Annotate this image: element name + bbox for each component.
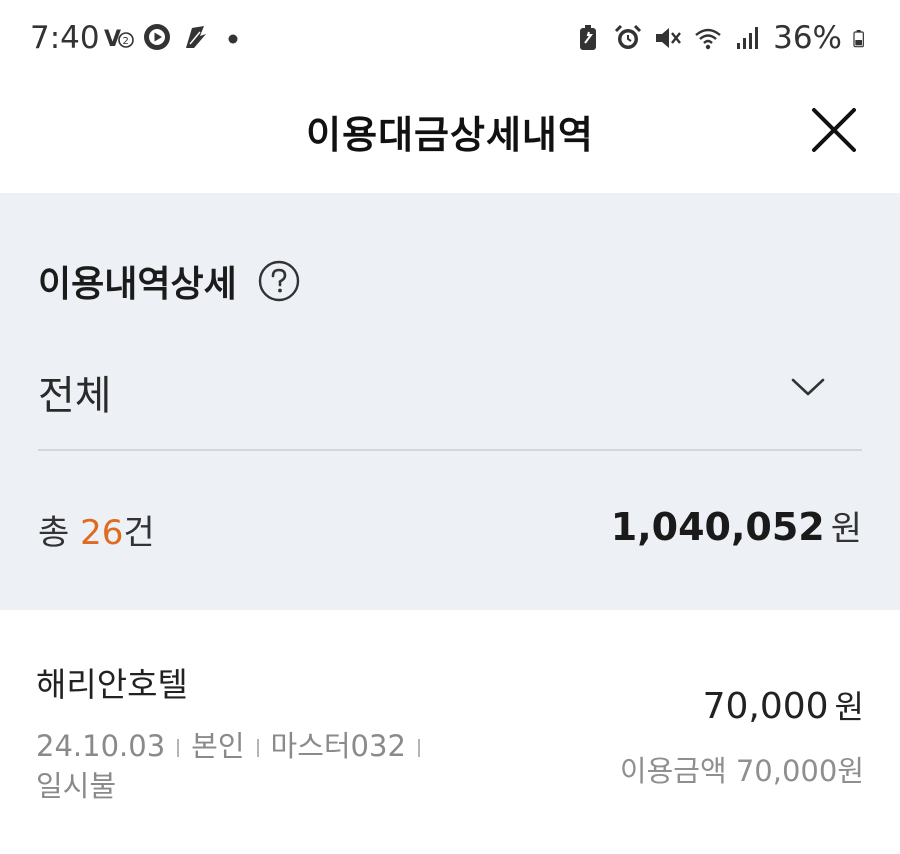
page-title: 이용대금상세내역 <box>306 113 594 157</box>
mute-icon <box>656 28 682 48</box>
separator <box>417 739 420 757</box>
separator <box>256 739 259 757</box>
app-icon <box>186 26 206 48</box>
usage-amount: 이용금액 70,000원 <box>619 754 864 788</box>
section-title: 이용내역상세 <box>38 255 301 307</box>
transaction-list: 해리안호텔 24.10.03 본인 마스터032 일시불 70,000 원 이용금액 7… <box>0 610 900 854</box>
play-circle-icon <box>144 24 170 50</box>
status-time: 7:40 <box>30 20 100 56</box>
svg-text:2: 2 <box>123 36 129 47</box>
transaction-amount-value: 70,000 <box>702 686 829 727</box>
total-row: 총 26건 1,040,052 원 <box>38 501 862 554</box>
transaction-amount: 70,000 원 <box>703 682 864 728</box>
total-count-unit: 건 <box>123 513 155 553</box>
battery-icon <box>853 30 864 48</box>
wifi-icon <box>695 28 721 50</box>
battery-percent: 36% <box>773 20 842 56</box>
section-title-label: 이용내역상세 <box>38 264 237 305</box>
card-owner: 본인 <box>191 729 245 763</box>
battery-saver-icon <box>580 25 597 50</box>
filter-value: 전체 <box>38 373 112 419</box>
close-icon[interactable] <box>808 104 860 156</box>
chevron-down-icon <box>791 378 825 396</box>
filter-dropdown[interactable]: 전체 <box>38 361 862 451</box>
list-item[interactable]: 해리안호텔 24.10.03 본인 마스터032 일시불 70,000 원 이용금액 7… <box>0 610 900 854</box>
question-circle-icon[interactable] <box>257 259 301 303</box>
total-amount-unit: 원 <box>830 509 862 549</box>
merchant-name: 해리안호텔 <box>36 665 188 704</box>
card-name: 마스터032 <box>270 729 406 763</box>
transaction-amount-unit: 원 <box>834 688 864 726</box>
volte-icon: V 2 <box>104 27 134 52</box>
separator <box>177 739 180 757</box>
status-right-icons: 36% <box>573 20 872 56</box>
header: 이용대금상세내역 <box>0 80 900 193</box>
signal-icon <box>737 27 759 49</box>
total-prefix: 총 <box>38 513 81 553</box>
total-count: 26 <box>80 513 124 553</box>
dot-icon <box>228 34 238 44</box>
installment-type: 일시불 <box>36 769 117 803</box>
summary-panel: 이용내역상세 전체 총 26건 1,040,052 원 <box>0 193 900 610</box>
transaction-date: 24.10.03 <box>36 729 166 763</box>
total-amount: 1,040,052 원 <box>611 501 862 550</box>
total-count-label: 총 26건 <box>38 505 155 554</box>
alarm-icon <box>615 24 642 49</box>
status-left-icons: V 2 <box>104 22 248 52</box>
transaction-meta: 24.10.03 본인 마스터032 일시불 <box>36 726 456 806</box>
status-bar: 7:40 V 2 36% <box>0 0 900 80</box>
total-amount-value: 1,040,052 <box>610 505 825 549</box>
